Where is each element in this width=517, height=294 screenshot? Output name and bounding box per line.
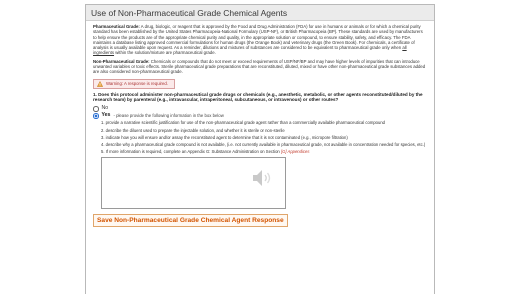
appendices-link[interactable]: [G] Appendices bbox=[281, 149, 309, 154]
pharm-grade-label: Pharmaceutical Grade: bbox=[93, 24, 140, 29]
instruction-step-4: 4. describe why a pharmaceutical grade c… bbox=[101, 142, 426, 148]
speaker-icon bbox=[253, 170, 271, 186]
panel-title: Use of Non-Pharmaceutical Grade Chemical… bbox=[86, 5, 434, 21]
instruction-steps: 1. provide a narrative scientific justif… bbox=[101, 120, 427, 154]
pharm-grade-tail: within the solution/mixture are pharmace… bbox=[115, 50, 216, 56]
warning-icon bbox=[97, 80, 103, 87]
nonpharm-grade-definition: Non-Pharmaceutical Grade: Chemicals or c… bbox=[93, 59, 427, 75]
option-no[interactable]: No bbox=[93, 105, 427, 112]
question-text: 1. Does this protocol administer non-pha… bbox=[93, 91, 423, 103]
instruction-step-1: 1. provide a narrative scientific justif… bbox=[101, 120, 385, 126]
radio-yes[interactable] bbox=[93, 113, 99, 119]
option-yes[interactable]: Yes - please provide the following infor… bbox=[93, 112, 427, 119]
required-warning: Warning: A response is required. bbox=[93, 78, 175, 89]
pharm-grade-text: A drug, biologic, or reagent that is app… bbox=[93, 24, 423, 51]
option-yes-sublabel: - please provide the following informati… bbox=[113, 113, 224, 119]
instruction-step-5-text: 5. If more information is required, comp… bbox=[101, 149, 280, 155]
save-response-button[interactable]: Save Non-Pharmaceutical Grade Chemical A… bbox=[93, 213, 288, 227]
warning-text: Warning: A response is required. bbox=[106, 81, 168, 87]
chemical-agents-panel: Use of Non-Pharmaceutical Grade Chemical… bbox=[85, 4, 435, 294]
option-yes-label: Yes bbox=[101, 112, 111, 119]
option-no-label: No bbox=[101, 105, 109, 112]
pharm-grade-definition: Pharmaceutical Grade: A drug, biologic, … bbox=[93, 24, 427, 56]
instruction-step-2: 2. describe the diluent used to prepare … bbox=[101, 127, 285, 133]
instruction-step-3: 3. indicate how you will ensure and/or a… bbox=[101, 134, 348, 140]
instruction-step-5: 5. If more information is required, comp… bbox=[101, 149, 427, 154]
radio-no[interactable] bbox=[93, 106, 99, 112]
nonpharm-grade-label: Non-Pharmaceutical Grade: bbox=[93, 58, 150, 64]
